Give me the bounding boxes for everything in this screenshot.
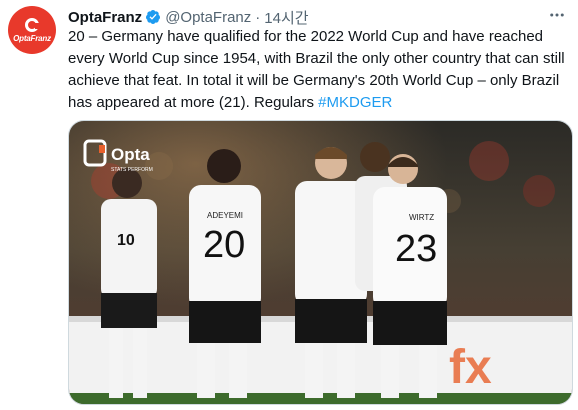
jersey-number-23: 23: [395, 228, 437, 270]
watermark-text: Opta: [111, 145, 150, 164]
avatar-label: OptaFranz: [13, 33, 51, 43]
jersey-name-wirtz: WIRTZ: [409, 213, 434, 222]
display-name[interactable]: OptaFranz: [68, 9, 142, 26]
tweet-media-photo[interactable]: fx 10 ADEYEMI 20 WIRTZ 23 Opta STATS PER…: [68, 120, 573, 405]
jersey-name-adeyemi: ADEYEMI: [207, 211, 243, 220]
jersey-number-10: 10: [117, 232, 135, 249]
verified-badge-icon: [146, 10, 161, 24]
header-separator: ·: [255, 8, 261, 26]
tweet-timestamp[interactable]: 14시간: [264, 7, 308, 28]
opta-logo-icon: [25, 17, 39, 32]
user-handle[interactable]: @OptaFranz: [165, 9, 251, 26]
hashtag-link[interactable]: #MKDGER: [318, 94, 392, 111]
more-options-button[interactable]: [544, 2, 570, 28]
tweet-text: 20 – Germany have qualified for the 2022…: [68, 26, 568, 114]
jersey-number-20: 20: [203, 224, 245, 266]
avatar[interactable]: OptaFranz: [8, 6, 56, 54]
watermark-subtext: STATS PERFORM: [111, 167, 153, 173]
tweet-body: 20 – Germany have qualified for the 2022…: [68, 28, 565, 111]
tweet-header: OptaFranz @OptaFranz · 14시간: [68, 7, 309, 27]
tweet[interactable]: OptaFranz OptaFranz @OptaFranz · 14시간 20…: [0, 0, 578, 410]
ellipsis-icon: [550, 13, 564, 17]
board-text: fx: [449, 341, 492, 394]
players-celebration-photo: fx 10 ADEYEMI 20 WIRTZ 23 Opta STATS PER…: [69, 121, 572, 404]
